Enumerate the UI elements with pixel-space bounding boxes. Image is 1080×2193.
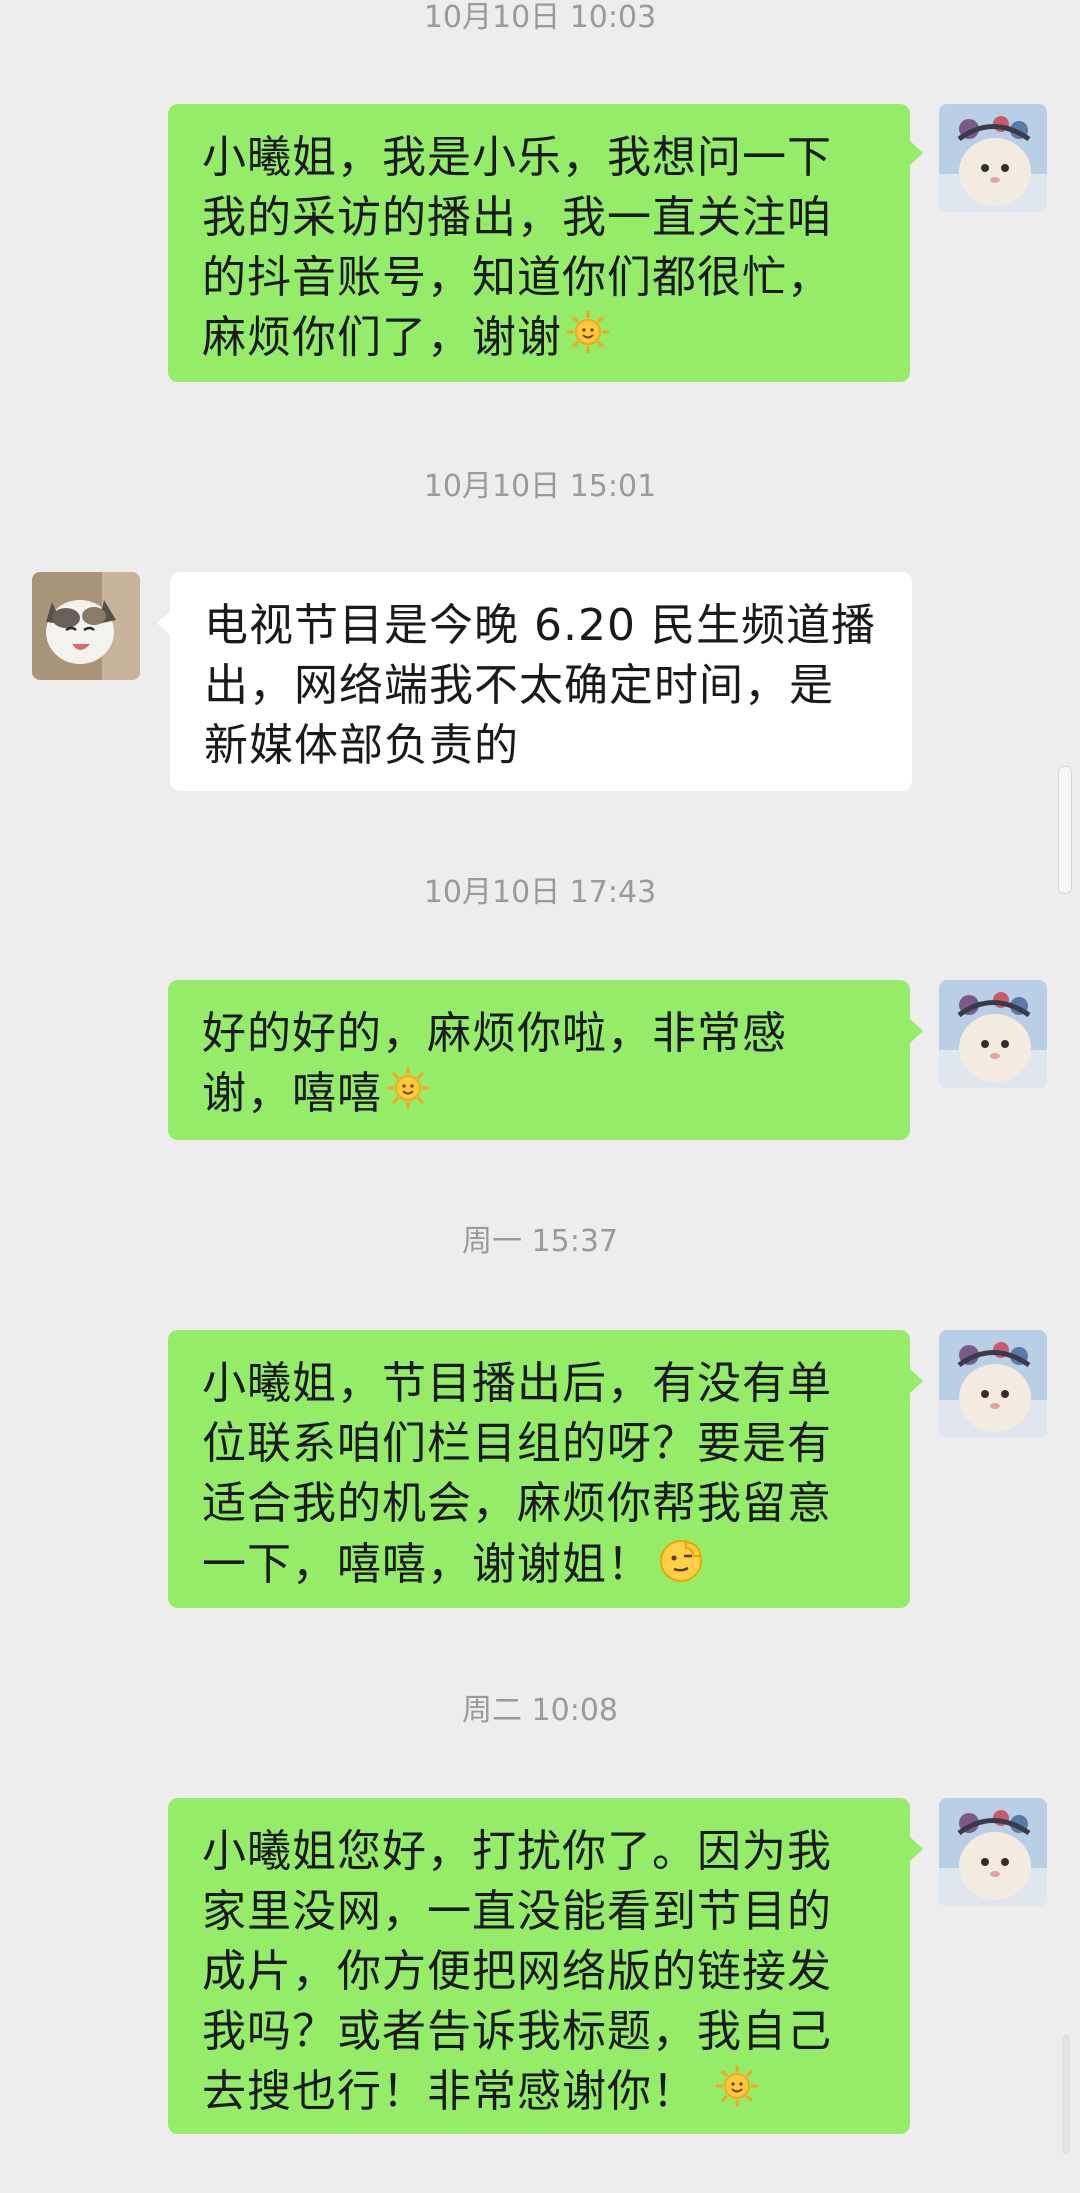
my-avatar[interactable]: [939, 1330, 1047, 1438]
scrollbar-track-end[interactable]: [1062, 2034, 1070, 2154]
my-avatar[interactable]: [939, 104, 1047, 212]
timestamp: 10月10日 15:01: [423, 469, 657, 504]
sun-emoji: [386, 1066, 430, 1126]
bubble-tail: [909, 1836, 923, 1862]
message-text: 好的好的，麻烦你啦，非常感谢，嘻嘻: [202, 1008, 787, 1119]
message-bubble-sent[interactable]: 小曦姐，节目播出后，有没有单位联系咱们栏目组的呀？要是有适合我的机会，麻烦你帮我…: [168, 1330, 910, 1608]
message-text: 电视节目是今晚 6.20 民生频道播出，网络端我不太确定时间，是新媒体部负责的: [204, 600, 876, 771]
chat-history[interactable]: 10月10日 10:03 小曦姐，我是小乐，我想问一下我的采访的播出，我一直关注…: [0, 0, 1080, 2193]
my-avatar[interactable]: [939, 980, 1047, 1088]
bubble-tail: [909, 1018, 923, 1044]
message-text: 小曦姐，节目播出后，有没有单位联系咱们栏目组的呀？要是有适合我的机会，麻烦你帮我…: [202, 1358, 832, 1590]
message-bubble-sent[interactable]: 小曦姐，我是小乐，我想问一下我的采访的播出，我一直关注咱的抖音账号，知道你们都很…: [168, 104, 910, 382]
message-text: 小曦姐，我是小乐，我想问一下我的采访的播出，我一直关注咱的抖音账号，知道你们都很…: [202, 132, 832, 363]
timestamp: 周一 15:37: [462, 1224, 618, 1259]
sun-emoji: [715, 2064, 759, 2124]
contact-avatar[interactable]: [32, 572, 140, 680]
sun-emoji: [566, 310, 610, 370]
timestamp: 10月10日 17:43: [423, 875, 657, 910]
message-bubble-sent[interactable]: 小曦姐您好，打扰你了。因为我家里没网，一直没能看到节目的成片，你方便把网络版的链…: [168, 1798, 910, 2134]
bubble-tail: [157, 610, 171, 636]
salute-face-emoji: [656, 1534, 706, 1600]
bubble-tail: [909, 1368, 923, 1394]
my-avatar[interactable]: [939, 1798, 1047, 1906]
bubble-tail: [909, 140, 923, 166]
timestamp: 10月10日 10:03: [423, 0, 657, 35]
scrollbar-thumb[interactable]: [1058, 766, 1072, 894]
message-bubble-received[interactable]: 电视节目是今晚 6.20 民生频道播出，网络端我不太确定时间，是新媒体部负责的: [170, 572, 912, 791]
timestamp: 周二 10:08: [462, 1693, 618, 1728]
message-bubble-sent[interactable]: 好的好的，麻烦你啦，非常感谢，嘻嘻: [168, 980, 910, 1140]
